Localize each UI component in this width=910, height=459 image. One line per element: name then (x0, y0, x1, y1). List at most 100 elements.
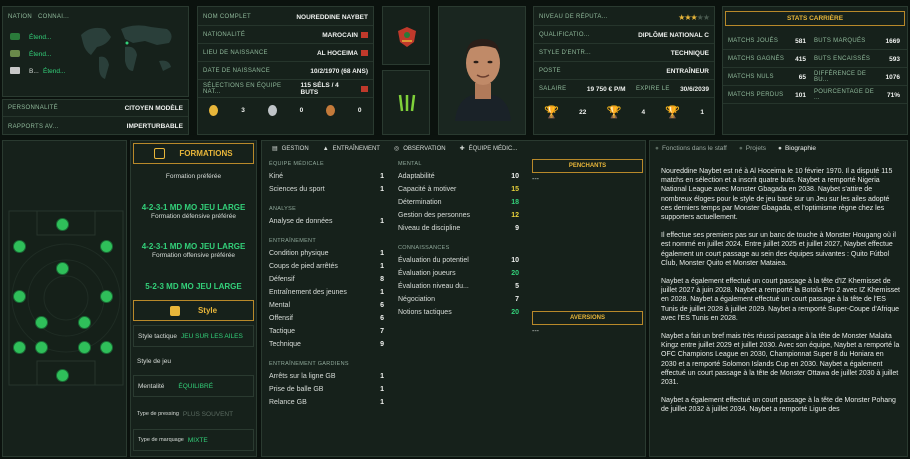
career-label: BUTS ENCAISSÉS (814, 56, 871, 62)
job-row: STYLE D'ENTR... TECHNIQUE (534, 45, 714, 62)
club-panel[interactable] (382, 70, 430, 135)
attribute-row[interactable]: Évaluation niveau du... 5 (398, 280, 519, 293)
player-marker[interactable] (13, 290, 26, 303)
attribute-row[interactable]: Offensif 6 (269, 312, 384, 325)
player-marker[interactable] (35, 341, 48, 354)
attribute-value: 9 (380, 341, 384, 348)
player-marker[interactable] (56, 369, 69, 382)
attribute-row[interactable]: Négociation 7 (398, 293, 519, 306)
bio-text: Noureddine Naybet est né à Al Hoceima le… (661, 167, 901, 452)
reports-value: IMPERTURBABLE (126, 123, 183, 130)
attribute-row[interactable]: Capacité à motiver 15 (398, 183, 519, 196)
player-marker[interactable] (100, 341, 113, 354)
attribute-row[interactable]: Relance GB 1 (269, 396, 384, 409)
info-value: 115 SÉLS / 4 BUTS (300, 82, 339, 96)
attribute-row[interactable]: Technique 9 (269, 338, 384, 351)
style-title[interactable]: Style (133, 300, 254, 321)
attribute-value: 1 (380, 373, 384, 380)
bronze-medal-icon (326, 105, 336, 116)
qualification-label: QUALIFICATIO... (539, 32, 590, 38)
career-label: POURCENTAGE DE ... (814, 89, 875, 101)
style-title-text: Style (197, 306, 218, 315)
attribute-row[interactable]: Détermination 18 (398, 196, 519, 209)
job-row: POSTE ENTRAÎNEUR (534, 63, 714, 80)
formation-third[interactable]: 5-2-3 MD MO JEU LARGE (131, 282, 256, 291)
attribute-value: 8 (380, 276, 384, 283)
player-marker[interactable] (56, 262, 69, 275)
info-row: NOM COMPLET NOUREDDINE NAYBET (198, 9, 373, 26)
attribute-row[interactable]: Condition physique 1 (269, 247, 384, 260)
formation-offensive[interactable]: 4-2-3-1 MD MO JEU LARGE (131, 242, 256, 251)
nation-header: NATION (8, 14, 33, 20)
attribute-value: 1 (380, 173, 384, 180)
style-row: Style de jeu (133, 350, 254, 372)
attribute-row[interactable]: Prise de balle GB 1 (269, 383, 384, 396)
job-panel: NIVEAU DE RÉPUTA... ★★★★★ QUALIFICATIO..… (533, 6, 715, 135)
tab-staff-roles[interactable]: ● Fonctions dans le staff (655, 145, 727, 152)
attribute-row[interactable]: Niveau de discipline 9 (398, 222, 519, 235)
attribute-row[interactable]: Mental 6 (269, 299, 384, 312)
career-value: 415 (795, 55, 806, 63)
attribute-value: 7 (380, 328, 384, 335)
style-row: Type de marquage MIXTE (133, 429, 254, 451)
attribute-row[interactable]: Analyse de données 1 (269, 215, 384, 228)
player-marker[interactable] (13, 240, 26, 253)
crest-panel[interactable] (382, 6, 430, 65)
player-marker[interactable] (100, 290, 113, 303)
formations-panel: FORMATIONS Formation préférée 4-2-3-1 MD… (130, 140, 257, 457)
bronze-medal-count: 0 (357, 107, 362, 114)
formation-defensive-sub: Formation défensive préférée (151, 213, 236, 220)
attribute-name: Prise de balle GB (269, 386, 324, 393)
attribute-row[interactable]: Gestion des personnes 12 (398, 209, 519, 222)
career-value: 65 (798, 73, 806, 81)
attribute-name: Technique (269, 341, 301, 348)
tab-gestion[interactable]: ▤ GESTION (272, 145, 309, 153)
player-marker[interactable] (100, 240, 113, 253)
tab-label: OBSERVATION (403, 145, 446, 152)
nation-row-1[interactable]: Étend... (29, 34, 51, 41)
clipboard-icon: ▤ (272, 146, 278, 152)
attribute-row[interactable]: Défensif 8 (269, 273, 384, 286)
bio-paragraph: Il effectue ses premiers pas sur un banc… (661, 232, 896, 267)
style-label: Type de pressing (137, 411, 179, 417)
tab-observation[interactable]: ◎ OBSERVATION (394, 145, 446, 153)
attribute-row[interactable]: Adaptabilité 10 (398, 170, 519, 183)
attribute-column-1: ÉQUIPE MÉDICALE Kiné 1 Sciences du sport 1 AN… (269, 161, 384, 409)
salary-label: SALAIRE (539, 86, 567, 92)
attribute-row[interactable]: Sciences du sport 1 (269, 183, 384, 196)
tab-label: ÉQUIPE MÉDIC... (468, 145, 518, 152)
nation-row-2[interactable]: Étend... (29, 51, 51, 58)
tab-biography[interactable]: ● Biographie (778, 145, 816, 152)
player-marker[interactable] (13, 341, 26, 354)
tab-training[interactable]: ▲ ENTRAÎNEMENT (323, 145, 380, 152)
tab-projects[interactable]: ● Projets (739, 145, 766, 152)
attribute-row[interactable]: Entraînement des jeunes 1 (269, 286, 384, 299)
style-row: Style tactique JEU SUR LES AILES (133, 325, 254, 347)
attribute-row[interactable]: Notions tactiques 20 (398, 306, 519, 319)
flag-icon (361, 86, 368, 92)
gold-medal-icon (209, 105, 219, 116)
attribute-row[interactable]: Arrêts sur la ligne GB 1 (269, 370, 384, 383)
tab-medical[interactable]: ✚ ÉQUIPE MÉDIC... (460, 145, 518, 153)
player-marker[interactable] (78, 341, 91, 354)
personality-panel: PERSONNALITÉ CITOYEN MODÈLE RAPPORTS AV.… (2, 99, 189, 135)
attribute-row[interactable]: Évaluation du potentiel 10 (398, 254, 519, 267)
player-marker[interactable] (78, 316, 91, 329)
info-value: 10/2/1970 (68 ANS) (310, 67, 368, 75)
player-marker[interactable] (35, 316, 48, 329)
attribute-row[interactable]: Kiné 1 (269, 170, 384, 183)
attribute-row[interactable]: Coups de pied arrêtés 1 (269, 260, 384, 273)
attribute-value: 18 (511, 199, 519, 206)
style-label: Style tactique (138, 332, 178, 340)
formations-title[interactable]: FORMATIONS (133, 143, 254, 164)
star-icon: ★ (702, 12, 710, 22)
attribute-name: Entraînement des jeunes (269, 289, 347, 296)
attribute-row[interactable]: Évaluation joueurs 20 (398, 267, 519, 280)
attribute-row[interactable]: Tactique 7 (269, 325, 384, 338)
nation-row-3[interactable]: Étend... (43, 68, 65, 75)
nation-abbr: B... (29, 68, 39, 75)
formation-defensive[interactable]: 4-2-3-1 MD MO JEU LARGE (131, 203, 256, 212)
career-value: 1076 (885, 73, 900, 81)
bio-paragraph: Noureddine Naybet est né à Al Hoceima le… (661, 168, 893, 222)
player-marker[interactable] (56, 218, 69, 231)
